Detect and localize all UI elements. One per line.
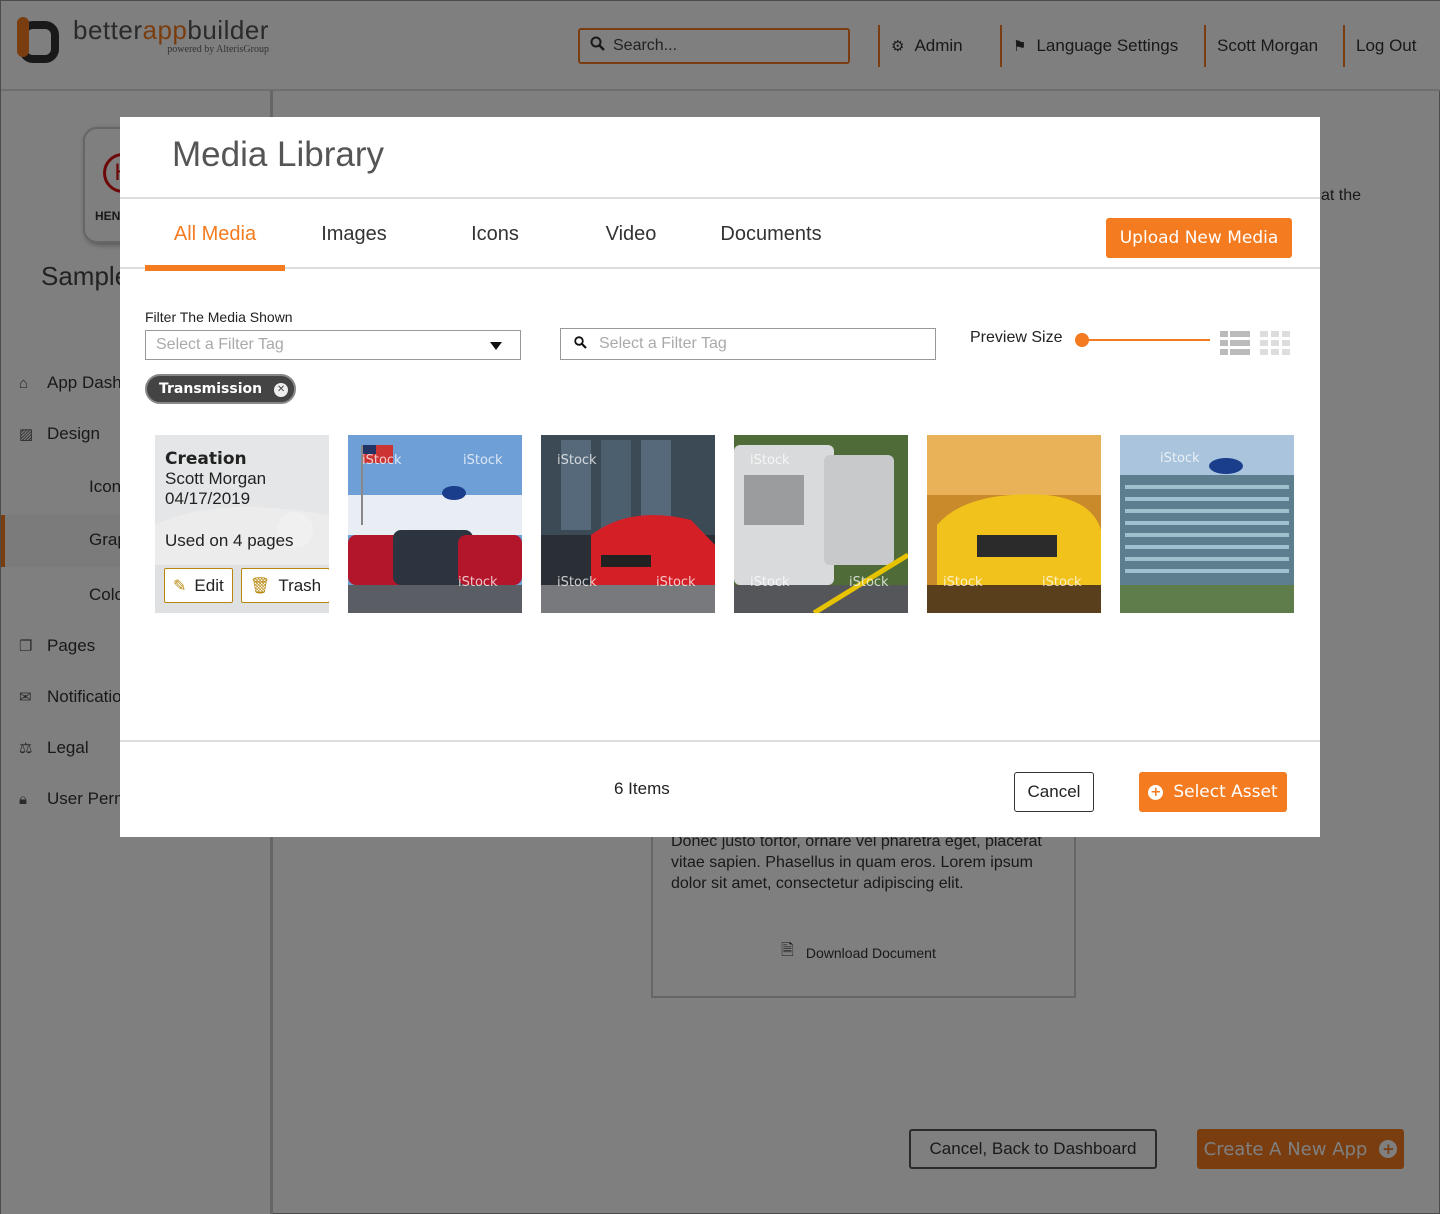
trash-icon: 🗑︎ [250, 577, 271, 595]
trash-button[interactable]: 🗑︎ Trash [241, 568, 329, 603]
media-item-details: Creation Scott Morgan 04/17/2019 Used on… [155, 435, 329, 613]
watermark: iStock [1160, 451, 1200, 466]
tag-search-placeholder: Select a Filter Tag [599, 335, 727, 352]
filter-label: Filter The Media Shown [145, 309, 293, 325]
divider [120, 740, 1320, 742]
modal-title: Media Library [172, 135, 385, 174]
media-author: Scott Morgan [165, 469, 267, 488]
watermark: iStock [750, 453, 790, 468]
caret-down-icon [490, 342, 502, 350]
edit-button[interactable]: ✎ Edit [164, 568, 233, 603]
media-usage: Used on 4 pages [165, 531, 294, 550]
upload-new-media-button[interactable]: Upload New Media [1106, 218, 1292, 258]
watermark: iStock [656, 575, 696, 590]
item-count: 6 Items [614, 779, 670, 798]
edit-icon: ✎ [173, 577, 187, 595]
active-filter-tag: Transmission ✕ [145, 374, 297, 404]
watermark: iStock [362, 453, 402, 468]
tab-video[interactable]: Video [586, 199, 676, 269]
select-asset-label: Select Asset [1173, 782, 1278, 802]
watermark: iStock [849, 575, 889, 590]
slider-handle[interactable] [1075, 333, 1089, 347]
watermark: iStock [943, 575, 983, 590]
watermark: iStock [557, 575, 597, 590]
tab-all-media[interactable]: All Media [145, 199, 285, 271]
slider-track [1082, 339, 1210, 341]
media-thumbnail [1120, 435, 1294, 613]
media-item[interactable]: iStock iStock iStock [348, 435, 522, 613]
media-item[interactable]: iStock iStock [927, 435, 1101, 613]
edit-label: Edit [194, 575, 224, 595]
plus-circle-icon: + [1148, 784, 1164, 800]
list-view-icon[interactable] [1220, 331, 1252, 355]
tag-search-input[interactable]: Select a Filter Tag [560, 328, 936, 360]
watermark: iStock [750, 575, 790, 590]
watermark: iStock [1042, 575, 1082, 590]
preview-size-label: Preview Size [970, 329, 1063, 346]
media-library-modal: Media Library All Media Images Icons Vid… [120, 117, 1320, 837]
preview-size-slider[interactable] [1075, 329, 1210, 351]
remove-tag-icon[interactable]: ✕ [274, 383, 289, 397]
tab-images[interactable]: Images [304, 199, 404, 269]
grid-view-icon[interactable] [1260, 331, 1292, 355]
tab-icons[interactable]: Icons [450, 199, 540, 269]
filter-select-placeholder: Select a Filter Tag [156, 336, 284, 353]
filter-tag-select[interactable]: Select a Filter Tag [145, 330, 521, 360]
trash-label: Trash [278, 575, 322, 595]
media-date: 04/17/2019 [165, 489, 251, 508]
watermark: iStock [458, 575, 498, 590]
cancel-button[interactable]: Cancel [1014, 772, 1094, 812]
media-item[interactable]: iStock iStock iStock [734, 435, 908, 613]
media-item[interactable]: Creation Scott Morgan 04/17/2019 Used on… [155, 435, 329, 613]
watermark: iStock [557, 453, 597, 468]
watermark: iStock [463, 453, 503, 468]
media-item[interactable]: iStock [1120, 435, 1294, 613]
media-item[interactable]: iStock iStock iStock [541, 435, 715, 613]
select-asset-button[interactable]: + Select Asset [1139, 772, 1287, 812]
tab-documents[interactable]: Documents [710, 199, 832, 269]
tag-label: Transmission [159, 381, 263, 397]
media-title: Creation [165, 449, 247, 469]
search-icon [561, 336, 599, 352]
